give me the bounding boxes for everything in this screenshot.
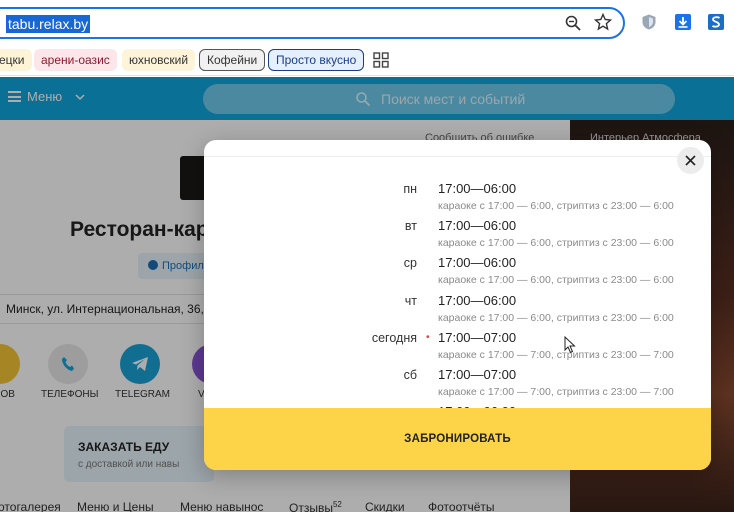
bookmark-star-icon[interactable]: [594, 13, 612, 31]
schedule-row: сб 17:00—07:00 караоке с 17:00 — 7:00, с…: [204, 362, 711, 399]
schedule-row: чт 17:00—06:00 караоке с 17:00 — 6:00, с…: [204, 288, 711, 325]
day-note: караоке с 17:00 — 7:00, стриптиз с 23:00…: [438, 386, 674, 398]
shield-extension-icon[interactable]: [640, 13, 658, 31]
mouse-cursor-icon: [564, 336, 576, 354]
apps-grid-icon[interactable]: [373, 52, 389, 68]
day-note: караоке с 17:00 — 6:00, стриптиз с 23:00…: [438, 312, 674, 324]
url-text[interactable]: tabu.relax.by: [6, 15, 91, 33]
day-hours: 17:00—07:00: [438, 330, 517, 345]
schedule-row-today: сегодня • 17:00—07:00 караоке с 17:00 — …: [204, 325, 711, 362]
close-icon: [685, 155, 696, 166]
download-extension-icon[interactable]: [674, 13, 692, 31]
day-note: караоке с 17:00 — 6:00, стриптиз с 23:00…: [438, 274, 674, 286]
schedule-row: вт 17:00—06:00 караоке с 17:00 — 6:00, с…: [204, 213, 711, 250]
day-label: ср: [403, 256, 417, 270]
day-label: сб: [403, 368, 417, 382]
browser-toolbar: tabu.relax.by: [0, 0, 734, 44]
bookmark-chip[interactable]: арени-оазис: [34, 49, 117, 71]
schedule-list: пн 17:00—06:00 караоке с 17:00 — 6:00, с…: [204, 170, 711, 419]
bookmark-chip[interactable]: юхновский: [122, 49, 196, 71]
s-extension-icon[interactable]: [707, 13, 725, 31]
day-label: чт: [404, 294, 417, 308]
day-label: вт: [404, 219, 417, 233]
address-bar[interactable]: tabu.relax.by: [0, 7, 625, 39]
day-hours: 17:00—06:00: [438, 181, 517, 196]
day-hours: 17:00—06:00: [438, 293, 517, 308]
day-label: сегодня: [371, 331, 417, 345]
modal-divider: [204, 156, 711, 157]
day-label: пн: [403, 182, 417, 196]
today-marker: •: [426, 332, 430, 343]
opening-hours-modal: пн 17:00—06:00 караоке с 17:00 — 6:00, с…: [204, 140, 711, 470]
day-hours: 17:00—07:00: [438, 367, 517, 382]
book-button[interactable]: ЗАБРОНИРОВАТЬ: [204, 408, 711, 470]
day-hours: 17:00—06:00: [438, 255, 517, 270]
bookmark-chip[interactable]: Кофейни: [199, 49, 266, 71]
schedule-row: пн 17:00—06:00 караоке с 17:00 — 6:00, с…: [204, 176, 711, 213]
day-note: караоке с 17:00 — 6:00, стриптиз с 23:00…: [438, 200, 674, 212]
day-hours: 17:00—06:00: [438, 218, 517, 233]
bookmarks-bar: ецки арени-оазис юхновский Кофейни Прост…: [0, 44, 734, 76]
bookmark-chip[interactable]: ецки: [0, 49, 32, 71]
bookmark-chip[interactable]: Просто вкусно: [268, 49, 365, 71]
day-note: караоке с 17:00 — 6:00, стриптиз с 23:00…: [438, 237, 674, 249]
day-note: караоке с 17:00 — 7:00, стриптиз с 23:00…: [438, 349, 674, 361]
schedule-row: ср 17:00—06:00 караоке с 17:00 — 6:00, с…: [204, 250, 711, 287]
zoom-icon[interactable]: [564, 14, 582, 32]
